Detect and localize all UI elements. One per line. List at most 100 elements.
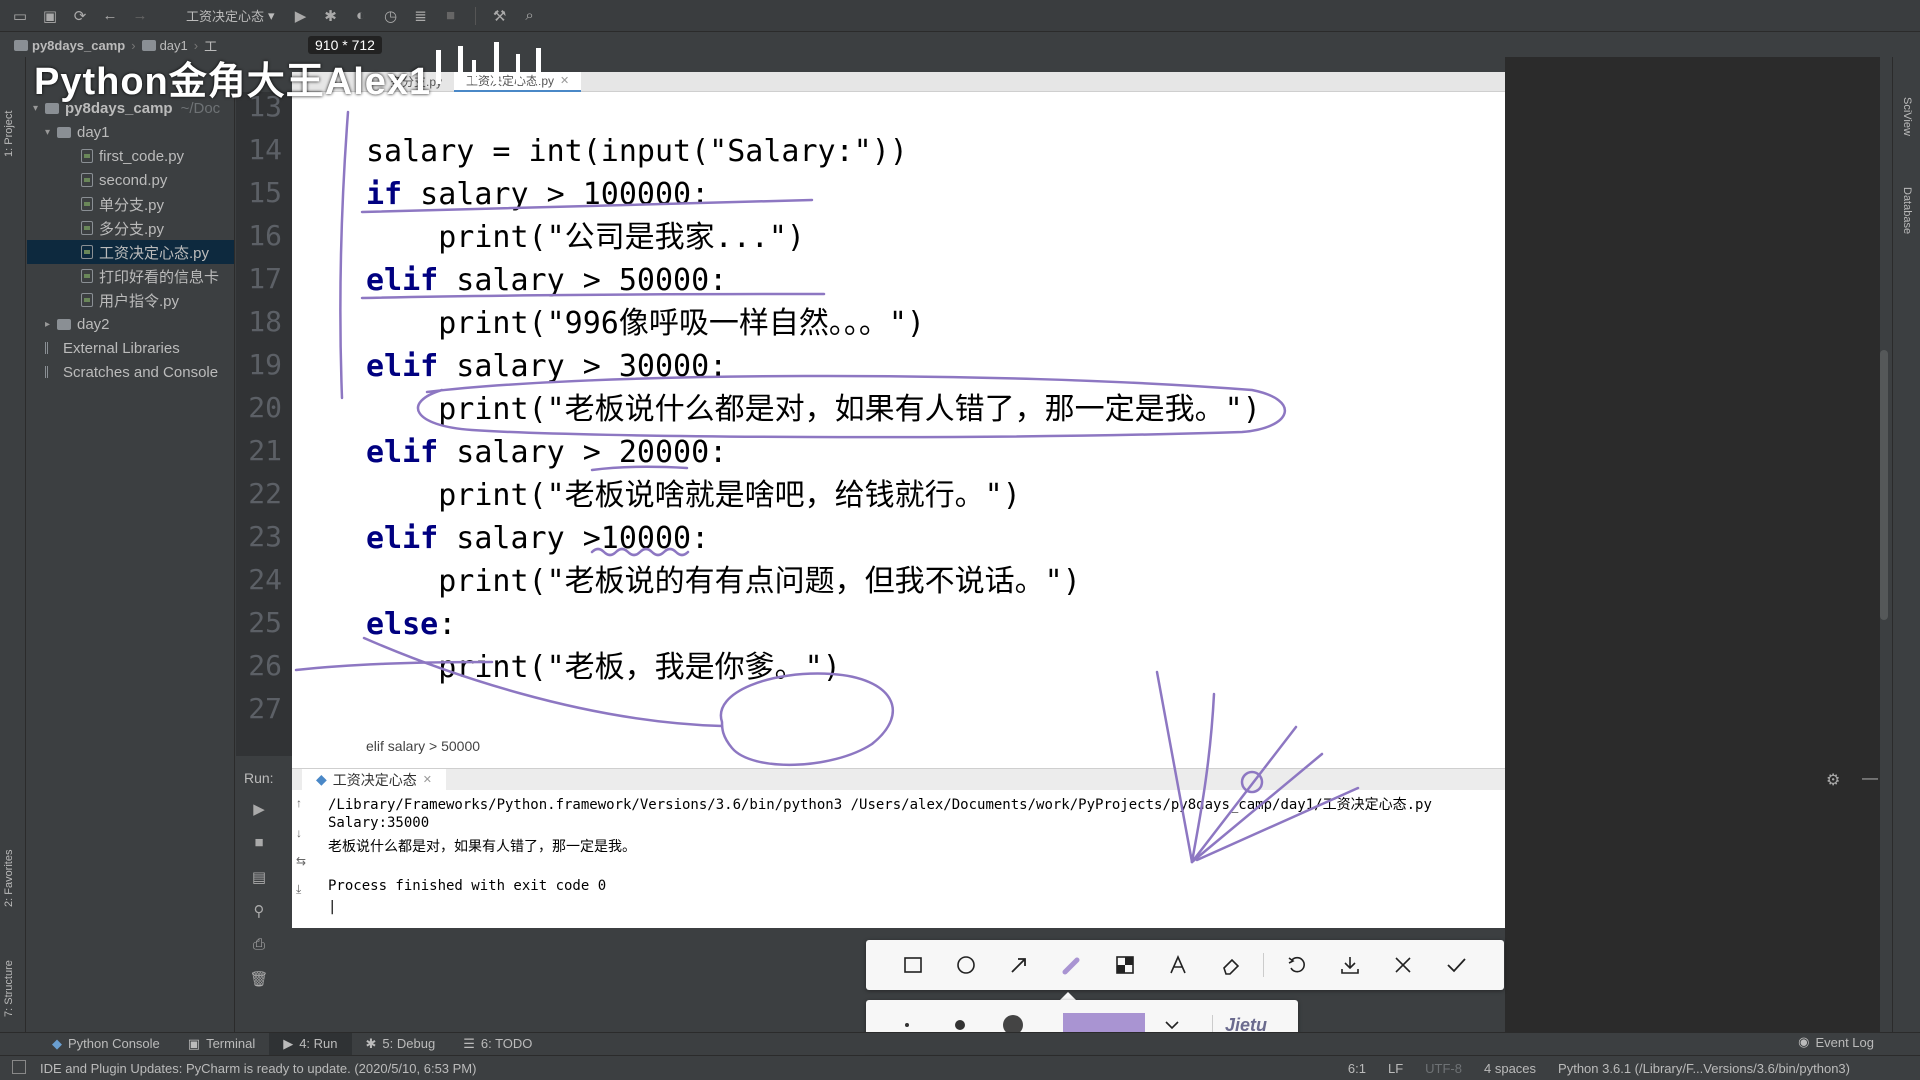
tree-scratches[interactable]: Scratches and Console [33,360,234,384]
screenshot-selection[interactable]: 多分支.py 工资决定心态.py ✕ salary = int(input("S… [292,72,1505,928]
profile-icon[interactable]: ◷ [381,6,401,26]
rectangle-icon[interactable] [886,940,939,990]
editor-scrollbar[interactable] [1880,350,1888,620]
python-interpreter[interactable]: Python 3.6.1 (/Library/F...Versions/3.6/… [1558,1061,1850,1076]
tree-external-libraries[interactable]: External Libraries [33,336,234,360]
code-text: : [438,607,457,642]
tree-file-selected[interactable]: 工资决定心态.py [27,240,234,264]
code-text: print("老板，我是你爹。") [366,650,841,685]
debug-tab[interactable]: ✱ 5: Debug [352,1033,450,1055]
tree-folder[interactable]: ▸ day2 [33,312,234,336]
text-icon[interactable] [1151,940,1204,990]
confirm-icon[interactable] [1429,940,1482,990]
rerun-icon[interactable]: ▶ [248,800,270,822]
print-icon[interactable]: ⎙ [248,936,270,958]
caret-position[interactable]: 6:1 [1348,1061,1366,1076]
tree-file[interactable]: 单分支.py [27,192,234,216]
video-watermark: Python金角大王Alex1 [34,61,432,103]
run-tab-label: 工资决定心态 [332,771,417,788]
trash-icon[interactable]: 🗑 [248,970,270,992]
tree-file[interactable]: first_code.py [27,144,234,168]
terminal-tab[interactable]: ▣ Terminal [174,1033,269,1055]
bottom-tool-bar: ◆ Python Console ▣ Terminal ▶ 4: Run ✱ 5… [0,1032,1920,1055]
event-log-tab[interactable]: ◉ Event Log [1798,1034,1874,1050]
python-console-tab[interactable]: ◆ Python Console [38,1033,174,1055]
mosaic-icon[interactable] [1098,940,1151,990]
concurrency-icon[interactable]: ≣ [411,6,431,26]
folder-icon [141,39,156,51]
forward-icon[interactable]: → [130,6,150,26]
scratches-icon [45,366,57,378]
open-folder-icon[interactable]: ▭ [10,6,30,26]
structure-tool-tab[interactable]: 7: Structure [3,960,15,1017]
project-tool-tab[interactable]: 1: Project [3,111,15,157]
sciview-tool-tab[interactable]: SciView [1901,97,1913,136]
status-message[interactable]: IDE and Plugin Updates: PyCharm is ready… [40,1061,476,1076]
eraser-icon[interactable] [1204,940,1257,990]
close-icon[interactable] [1376,940,1429,990]
pen-icon[interactable] [1045,940,1098,990]
line-number: 24 [248,563,282,596]
status-toggle-icon[interactable] [12,1060,26,1074]
sync-icon[interactable]: ⟳ [70,6,90,26]
undo-icon[interactable] [1270,940,1323,990]
console-cursor: | [328,899,337,915]
line-number: 27 [248,692,282,725]
tree-item-label: 单分支.py [99,196,165,214]
file-encoding[interactable]: UTF-8 [1425,1061,1462,1076]
tree-file[interactable]: 多分支.py [27,216,234,240]
wrap-icon[interactable]: ⇆ [296,854,310,868]
scroll-end-icon[interactable]: ⤓ [296,882,310,896]
line-separator[interactable]: LF [1388,1061,1403,1076]
line-number: 22 [248,477,282,510]
download-icon[interactable] [1323,940,1376,990]
minimize-icon[interactable]: — [1862,770,1878,788]
stop-icon[interactable]: ■ [248,834,270,856]
chevron-down-icon: ▾ [45,126,51,138]
back-icon[interactable]: ← [100,6,120,26]
up-arrow-icon[interactable]: ↑ [296,796,310,810]
code-text: salary >10000: [438,521,710,556]
pin-icon[interactable]: ⚲ [248,902,270,924]
search-icon[interactable]: ⌕ [520,6,540,26]
line-number: 23 [248,520,282,553]
code-line-14: salary = int(input("Salary:")) [366,134,908,170]
ellipse-icon[interactable] [939,940,992,990]
code-text: print("老板说啥就是啥吧，给钱就行。") [366,478,1021,513]
tree-folder[interactable]: ▾ day1 [33,120,234,144]
folder-icon [57,318,71,330]
save-icon[interactable]: ▣ [40,6,60,26]
run-config-select[interactable]: 工资决定心态 ▾ [180,6,281,25]
wrench-icon[interactable]: ⚒ [490,6,510,26]
python-run-icon: ◆ [316,771,327,787]
run-console[interactable]: ↑ ↓ ⇆ ⤓ /Library/Frameworks/Python.frame… [292,790,1505,928]
editor-background [1505,57,1880,1032]
folder-icon [57,126,71,138]
down-arrow-icon[interactable]: ↓ [296,826,310,840]
coverage-icon[interactable]: ◐ [351,6,371,26]
tree-file[interactable]: 用户指令.py [27,288,234,312]
indent-setting[interactable]: 4 spaces [1484,1061,1536,1076]
code-text: salary > 30000: [438,349,728,384]
main-toolbar: ▭ ▣ ⟳ ← → 工资决定心态 ▾ ▶ ✱ ◐ ◷ ≣ ■ ⚒ ⌕ [0,0,1920,32]
run-side-toolbar: ▶ ■ ▤ ⚲ ⎙ 🗑 [236,790,292,1030]
tree-item-label: second.py [99,171,168,189]
database-tool-tab[interactable]: Database [1901,187,1913,234]
folder-icon [14,39,28,51]
favorites-tool-tab[interactable]: 2: Favorites [3,850,15,907]
debug-icon[interactable]: ✱ [321,6,341,26]
close-tab-icon[interactable]: ✕ [423,773,432,786]
status-bar: IDE and Plugin Updates: PyCharm is ready… [0,1055,1920,1080]
layout-icon[interactable]: ▤ [248,868,270,890]
stop-icon[interactable]: ■ [441,6,461,26]
gear-icon[interactable]: ⚙ [1826,770,1840,790]
run-tab[interactable]: ◆ 工资决定心态 ✕ [302,768,446,791]
run-tab[interactable]: ▶ 4: Run [269,1032,352,1055]
arrow-icon[interactable] [992,940,1045,990]
tree-file[interactable]: 打印好看的信息卡 [27,264,234,288]
run-icon[interactable]: ▶ [291,6,311,26]
tree-file[interactable]: second.py [27,168,234,192]
chevron-down-icon: ▾ [268,7,275,23]
todo-tab[interactable]: ☰ 6: TODO [449,1033,546,1055]
code-breadcrumb-hint: elif salary > 50000 [366,738,481,754]
